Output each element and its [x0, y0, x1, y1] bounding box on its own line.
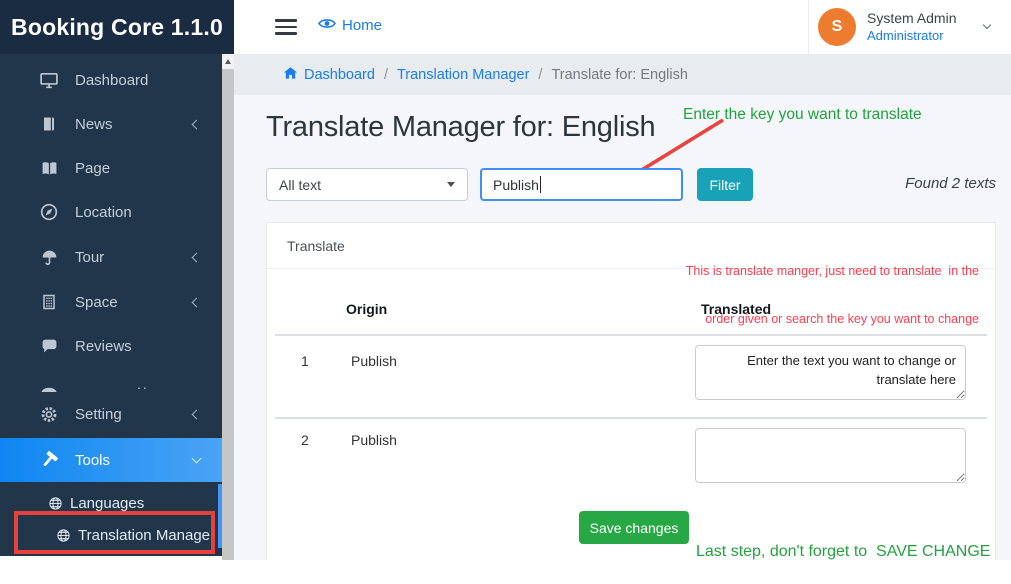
- comment-icon: [40, 337, 58, 355]
- hamburger-menu-icon[interactable]: [275, 19, 297, 35]
- search-input[interactable]: Publish: [480, 168, 683, 201]
- sidebar-item-label: Tour: [75, 249, 104, 266]
- sidebar-item-label: Dashboard: [75, 72, 148, 89]
- sidebar-item-setting[interactable]: Setting: [0, 392, 222, 436]
- book-icon: [40, 115, 58, 133]
- column-header-translated: Translated: [701, 301, 771, 317]
- translate-card: Translate This is translate manger, just…: [266, 222, 996, 560]
- table-divider: [275, 417, 987, 419]
- hammer-icon: [40, 451, 58, 469]
- highlight-box-annotation: [14, 511, 215, 554]
- sidebar-item-news[interactable]: News: [0, 102, 222, 146]
- compass-icon: [40, 203, 58, 221]
- save-changes-button[interactable]: Save changes: [579, 511, 689, 544]
- eye-icon: [318, 17, 336, 34]
- page-title: Translate Manager for: English: [266, 111, 655, 144]
- row-index: 2: [301, 432, 309, 448]
- sidebar: Booking Core 1.1.0 Dashboard News Page: [0, 0, 234, 556]
- card-header: Translate This is translate manger, just…: [267, 223, 995, 269]
- sidebar-item-space[interactable]: Space: [0, 280, 222, 324]
- card-title: Translate: [287, 238, 345, 254]
- breadcrumb-label: Translation Manager: [397, 67, 529, 83]
- sidebar-scrollbar[interactable]: [222, 54, 234, 560]
- sidebar-item-reviews[interactable]: Reviews: [0, 324, 222, 368]
- text-filter-select[interactable]: All text: [266, 168, 468, 201]
- tutorial-annotation-translate-order: This is translate manger, just need to t…: [609, 230, 979, 360]
- sidebar-item-label: Reviews: [75, 338, 132, 355]
- home-link-label: Home: [342, 17, 382, 34]
- open-book-icon: [40, 159, 58, 177]
- partial-icon: [40, 380, 58, 392]
- user-role: Administrator: [867, 28, 956, 44]
- selected-option: All text: [279, 177, 321, 193]
- avatar: S: [818, 8, 856, 46]
- home-link[interactable]: Home: [318, 17, 382, 34]
- scrollbar-up-arrow-icon[interactable]: [222, 54, 234, 69]
- sidebar-item-partial[interactable]: ..: [0, 368, 222, 392]
- origin-text: Publish: [351, 432, 397, 448]
- breadcrumb: Dashboard / Translation Manager / Transl…: [234, 54, 1011, 95]
- globe-icon: [48, 496, 63, 511]
- translated-textarea[interactable]: [695, 428, 966, 483]
- text-cursor: [540, 176, 542, 193]
- filter-button[interactable]: Filter: [697, 168, 753, 201]
- user-menu[interactable]: S System Admin Administrator: [818, 8, 990, 46]
- chevron-left-icon: [192, 119, 202, 129]
- gear-icon: [40, 405, 58, 423]
- desktop-icon: [40, 71, 58, 89]
- home-icon: [283, 66, 298, 84]
- row-index: 1: [301, 353, 309, 369]
- sidebar-item-page[interactable]: Page: [0, 146, 222, 190]
- tutorial-annotation-search-key: Enter the key you want to translate: [683, 106, 922, 124]
- breadcrumb-separator: /: [384, 67, 388, 83]
- tutorial-annotation-save: Last step, don't forget to SAVE CHANGE: [696, 543, 990, 561]
- column-header-origin: Origin: [346, 301, 387, 317]
- building-icon: [40, 293, 58, 311]
- translated-textarea[interactable]: Enter the text you want to change or tra…: [695, 345, 966, 400]
- sidebar-item-label: Space: [75, 294, 118, 311]
- sidebar-item-tour[interactable]: Tour: [0, 235, 222, 279]
- umbrella-icon: [40, 248, 58, 266]
- app-window: Booking Core 1.1.0 Dashboard News Page: [0, 0, 1011, 584]
- chevron-left-icon: [192, 252, 202, 262]
- breadcrumb-label: Dashboard: [304, 67, 375, 83]
- breadcrumb-link-translation-manager[interactable]: Translation Manager: [397, 67, 529, 83]
- sidebar-item-location[interactable]: Location: [0, 190, 222, 234]
- sidebar-item-label: Page: [75, 160, 110, 177]
- user-name: System Admin: [867, 10, 956, 28]
- app-logo: Booking Core 1.1.0: [0, 0, 234, 54]
- top-header: Home S System Admin Administrator: [234, 0, 1011, 54]
- breadcrumb-link-dashboard[interactable]: Dashboard: [283, 66, 375, 84]
- sidebar-item-label: ..: [137, 376, 149, 392]
- breadcrumb-current: Translate for: English: [551, 67, 687, 83]
- origin-text: Publish: [351, 353, 397, 369]
- breadcrumb-separator: /: [538, 67, 542, 83]
- sidebar-item-label: Location: [75, 204, 132, 221]
- sidebar-item-label: News: [75, 116, 113, 133]
- search-input-value: Publish: [493, 177, 539, 193]
- table-divider: [275, 334, 987, 336]
- chevron-left-icon: [192, 409, 202, 419]
- sidebar-subitem-label: Languages: [70, 495, 144, 512]
- chevron-left-icon: [192, 297, 202, 307]
- found-results-text: Found 2 texts: [905, 175, 996, 192]
- main-area: Home S System Admin Administrator Dashbo…: [234, 0, 1011, 560]
- header-divider: [808, 0, 809, 54]
- sidebar-item-label: Setting: [75, 406, 122, 423]
- chevron-down-icon: [192, 453, 202, 463]
- select-arrow-icon: [447, 182, 455, 187]
- sidebar-item-tools[interactable]: Tools: [0, 438, 222, 482]
- page-content: Translate Manager for: English Enter the…: [234, 95, 1011, 560]
- chevron-down-icon: [983, 21, 991, 29]
- sidebar-item-label: Tools: [75, 452, 110, 469]
- sidebar-item-dashboard[interactable]: Dashboard: [0, 58, 222, 102]
